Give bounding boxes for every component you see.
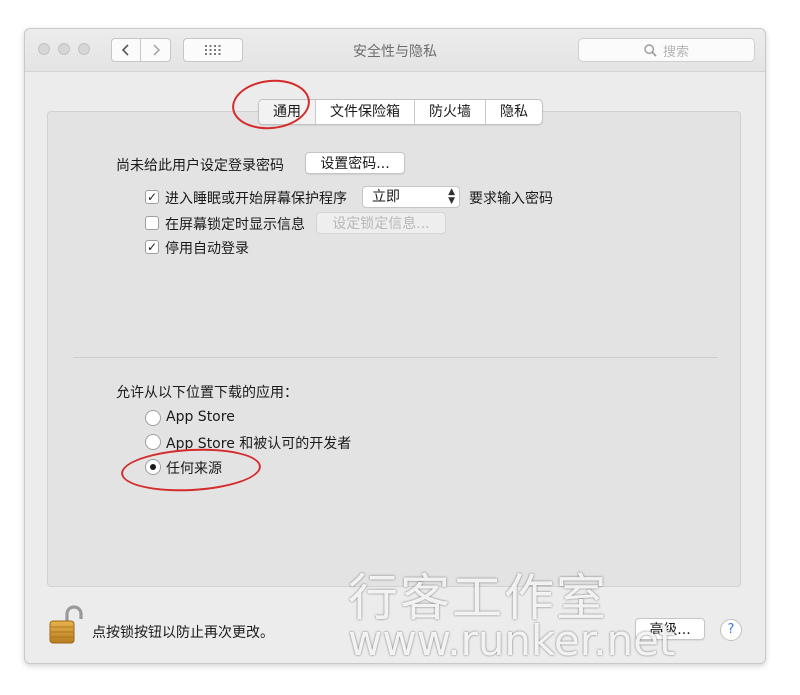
- title-bar: 安全性与隐私 搜索: [25, 29, 765, 72]
- login-password-text: 尚未给此用户设定登录密码: [116, 158, 284, 174]
- require-password-label: 进入睡眠或开始屏幕保护程序: [165, 191, 347, 207]
- option-app-store-label: App Store: [166, 409, 235, 425]
- search-icon: [644, 43, 657, 57]
- tab-firewall[interactable]: 防火墙: [415, 100, 486, 124]
- set-password-button[interactable]: 设置密码...: [305, 152, 405, 174]
- unlocked-padlock-icon: [49, 605, 83, 644]
- require-password-checkbox[interactable]: ✓: [145, 190, 159, 204]
- help-button[interactable]: ?: [720, 619, 742, 641]
- tab-privacy[interactable]: 隐私: [486, 100, 542, 124]
- general-panel: [47, 111, 741, 587]
- disable-auto-login-label: 停用自动登录: [165, 241, 249, 257]
- lock-hint-text: 点按锁按钮以防止再次更改。: [92, 625, 274, 641]
- tab-filevault[interactable]: 文件保险箱: [316, 100, 415, 124]
- downloads-heading: 允许从以下位置下载的应用：: [116, 385, 298, 401]
- radio-app-store-identified[interactable]: [145, 434, 161, 450]
- password-delay-select[interactable]: 立即 ▲ ▼: [362, 186, 460, 208]
- lock-message-checkbox[interactable]: [145, 216, 159, 230]
- set-lock-message-button[interactable]: 设定锁定信息...: [316, 212, 446, 234]
- lock-button[interactable]: [47, 605, 83, 645]
- radio-app-store[interactable]: [145, 410, 161, 426]
- disable-auto-login-checkbox[interactable]: ✓: [145, 240, 159, 254]
- search-field[interactable]: 搜索: [578, 38, 755, 62]
- search-placeholder: 搜索: [662, 44, 689, 60]
- checkmark-icon: ✓: [146, 190, 158, 204]
- select-arrows-icon: ▲ ▼: [448, 187, 455, 206]
- checkmark-icon: ✓: [146, 240, 158, 254]
- lock-message-label: 在屏幕锁定时显示信息: [165, 217, 305, 233]
- require-password-suffix: 要求输入密码: [469, 191, 553, 207]
- password-delay-value: 立即: [372, 189, 400, 205]
- section-divider: [73, 357, 717, 358]
- watermark-url: www.runker.net: [348, 616, 676, 665]
